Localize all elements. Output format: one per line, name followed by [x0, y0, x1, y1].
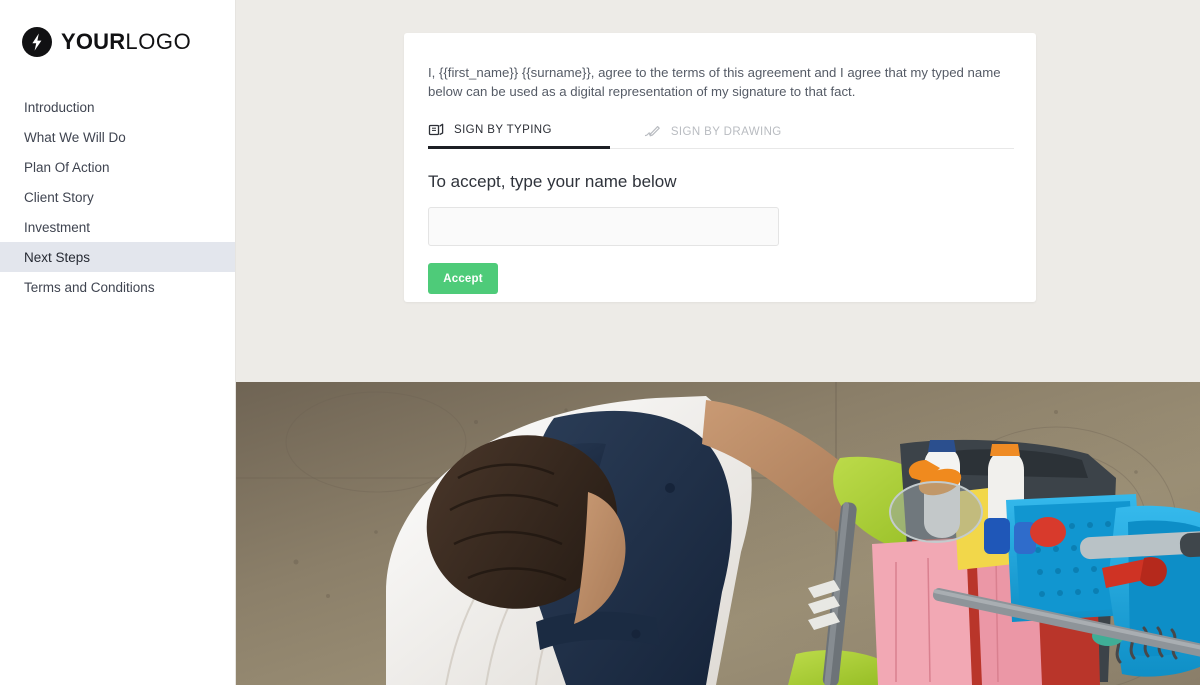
keyboard-icon	[428, 123, 445, 137]
tab-sign-by-typing[interactable]: SIGN BY TYPING	[428, 123, 610, 149]
sidebar: YOURLOGO Introduction What We Will Do Pl…	[0, 0, 236, 685]
sidebar-item-label: Client Story	[24, 189, 94, 205]
sidebar-item-label: Introduction	[24, 99, 95, 115]
lightning-bolt-icon	[22, 27, 52, 57]
sidebar-item-next-steps[interactable]: Next Steps	[0, 242, 235, 272]
sidebar-item-label: Investment	[24, 219, 91, 235]
sidebar-nav: Introduction What We Will Do Plan Of Act…	[0, 92, 235, 302]
cleaning-service-photo	[236, 382, 1200, 685]
signature-name-input[interactable]	[428, 207, 779, 246]
logo-text-light: LOGO	[125, 29, 192, 54]
logo-text: YOURLOGO	[61, 29, 191, 55]
tab-label: SIGN BY DRAWING	[670, 126, 782, 138]
sidebar-item-what-we-will-do[interactable]: What We Will Do	[0, 122, 235, 152]
signature-tabs: SIGN BY TYPING SIGN BY DRAWING	[428, 123, 1014, 149]
main-content: I, {{first_name}} {{surname}}, agree to …	[236, 0, 1200, 685]
pen-signature-icon	[644, 125, 662, 139]
tab-label: SIGN BY TYPING	[454, 124, 552, 136]
logo-text-bold: YOUR	[61, 29, 126, 54]
sidebar-item-label: Terms and Conditions	[24, 279, 155, 295]
sidebar-item-terms-and-conditions[interactable]: Terms and Conditions	[0, 272, 235, 302]
agreement-text: I, {{first_name}} {{surname}}, agree to …	[428, 65, 1001, 99]
signature-card: I, {{first_name}} {{surname}}, agree to …	[404, 33, 1036, 302]
sidebar-item-client-story[interactable]: Client Story	[0, 182, 235, 212]
sidebar-item-label: Plan Of Action	[24, 159, 110, 175]
sidebar-item-plan-of-action[interactable]: Plan Of Action	[0, 152, 235, 182]
sidebar-item-introduction[interactable]: Introduction	[0, 92, 235, 122]
logo[interactable]: YOURLOGO	[0, 20, 235, 64]
proposal-page: YOURLOGO Introduction What We Will Do Pl…	[0, 0, 1200, 685]
sidebar-item-label: Next Steps	[24, 249, 91, 265]
sidebar-item-label: What We Will Do	[24, 129, 126, 145]
sidebar-item-investment[interactable]: Investment	[0, 212, 235, 242]
accept-heading: To accept, type your name below	[428, 172, 677, 191]
accept-button[interactable]: Accept	[428, 263, 498, 294]
tab-sign-by-drawing[interactable]: SIGN BY DRAWING	[644, 125, 782, 148]
